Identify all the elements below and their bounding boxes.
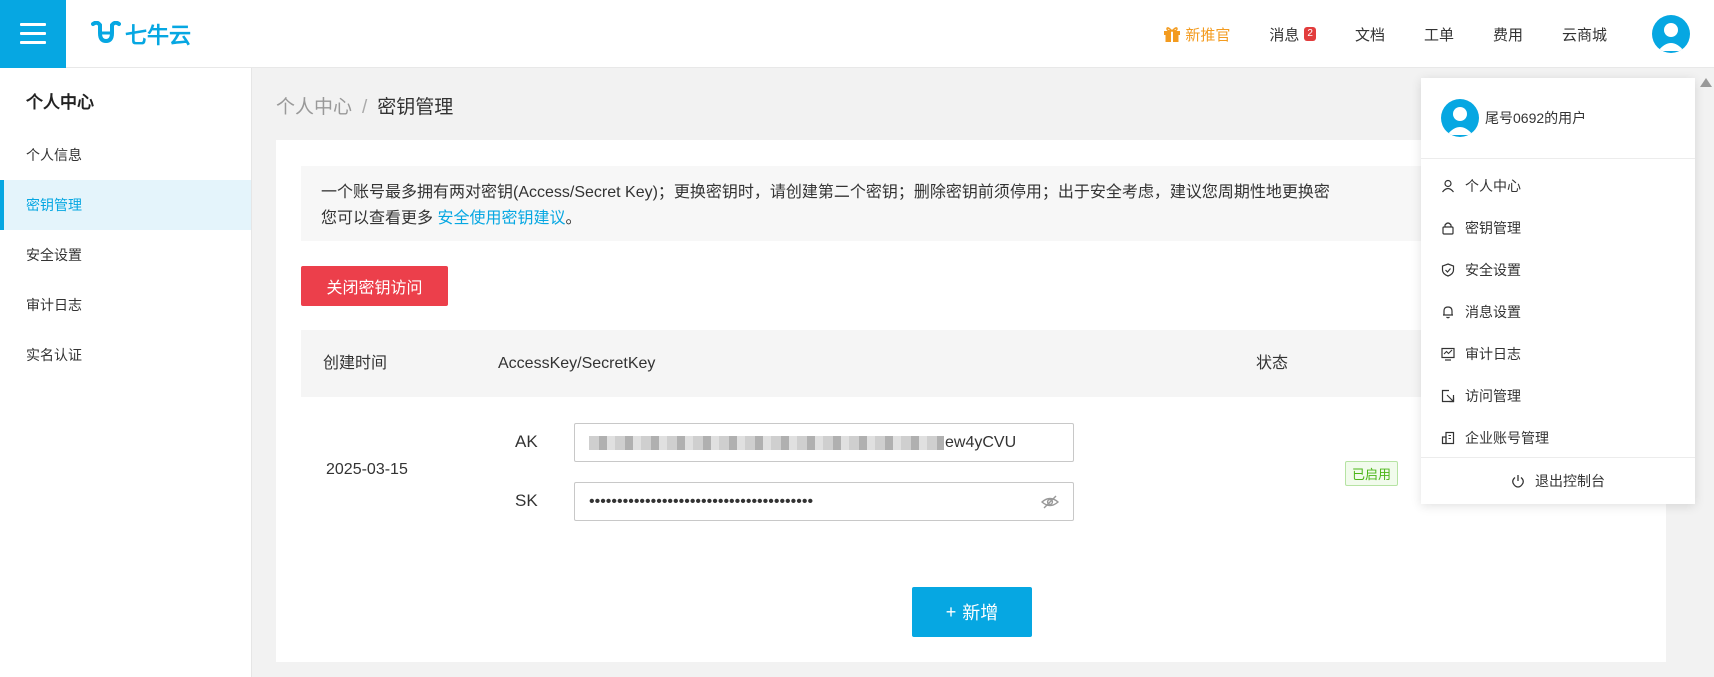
top-nav: 新推官 消息 2 文档 工单 费用 云商城 — [1163, 0, 1714, 68]
dropdown-item-enterprise-account[interactable]: 企业账号管理 — [1421, 417, 1695, 459]
shield-icon — [1441, 263, 1455, 277]
ak-label: AK — [515, 432, 538, 451]
dropdown-list: 个人中心 密钥管理 安全设置 消息设置 审计日志 访问管理 企业账号管理 — [1421, 159, 1695, 459]
notice-suffix: 。 — [565, 210, 582, 227]
logo-mark-icon — [91, 20, 121, 43]
logout-label: 退出控制台 — [1535, 473, 1605, 489]
building-icon — [1441, 431, 1455, 445]
breadcrumb-root[interactable]: 个人中心 — [276, 97, 352, 118]
top-header: 七牛云 新推官 消息 2 文档 工单 费用 云商城 — [0, 0, 1714, 68]
user-icon — [1442, 179, 1454, 193]
ak-blurred-value — [589, 435, 944, 450]
monitor-icon — [1441, 347, 1455, 361]
access-icon — [1441, 389, 1455, 403]
avatar-person-icon — [1658, 23, 1684, 51]
avatar-person-icon — [1447, 107, 1473, 135]
scroll-up-arrow[interactable] — [1700, 78, 1712, 87]
dropdown-item-label: 访问管理 — [1465, 388, 1521, 404]
lock-icon — [1442, 222, 1454, 235]
sk-masked-value: •••••••••••••••••••••••••••••••••••••••• — [589, 492, 814, 510]
dropdown-user-info: 尾号0692的用户 — [1421, 78, 1695, 159]
sidebar-item-profile[interactable]: 个人信息 — [0, 130, 251, 180]
dropdown-item-label: 个人中心 — [1465, 178, 1521, 194]
logo-text: 七牛云 — [125, 22, 192, 48]
dropdown-item-audit-log[interactable]: 审计日志 — [1421, 333, 1695, 375]
dropdown-item-security-settings[interactable]: 安全设置 — [1421, 249, 1695, 291]
hamburger-line — [20, 32, 46, 35]
user-dropdown-menu: 尾号0692的用户 个人中心 密钥管理 安全设置 消息设置 审计日志 访问管理 — [1421, 78, 1695, 504]
sidebar-item-keys[interactable]: 密钥管理 — [0, 180, 251, 230]
qiniu-logo[interactable]: 七牛云 — [91, 18, 191, 50]
nav-messages-label: 消息 — [1269, 26, 1300, 44]
logout-button[interactable]: 退出控制台 — [1421, 457, 1695, 504]
nav-tickets[interactable]: 工单 — [1424, 24, 1454, 45]
add-key-button[interactable]: + 新增 — [912, 587, 1032, 637]
ak-field[interactable]: ew4yCVU — [574, 423, 1074, 462]
dropdown-item-label: 企业账号管理 — [1465, 430, 1549, 446]
nav-promo-label: 新推官 — [1185, 26, 1231, 44]
breadcrumb: 个人中心 / 密钥管理 — [276, 92, 453, 119]
breadcrumb-separator: / — [362, 97, 368, 118]
dropdown-item-label: 审计日志 — [1465, 346, 1521, 362]
add-key-label: 新增 — [962, 603, 999, 623]
gift-icon — [1164, 27, 1181, 42]
dropdown-item-message-settings[interactable]: 消息设置 — [1421, 291, 1695, 333]
notice-prefix: 您可以查看更多 — [321, 210, 434, 227]
nav-messages[interactable]: 消息 2 — [1269, 24, 1316, 45]
dropdown-username: 尾号0692的用户 — [1485, 110, 1587, 126]
nav-market[interactable]: 云商城 — [1562, 24, 1607, 45]
ak-visible-suffix: ew4yCVU — [945, 433, 1017, 451]
sk-label: SK — [515, 491, 538, 510]
dropdown-item-label: 消息设置 — [1465, 304, 1521, 320]
user-avatar-button[interactable] — [1652, 15, 1690, 53]
power-icon — [1512, 475, 1524, 488]
sidebar: 个人中心 个人信息 密钥管理 安全设置 审计日志 实名认证 — [0, 68, 252, 677]
header-created: 创建时间 — [323, 355, 388, 372]
dropdown-item-personal-center[interactable]: 个人中心 — [1421, 165, 1695, 207]
security-advice-link[interactable]: 安全使用密钥建议 — [437, 210, 565, 227]
header-status: 状态 — [1256, 355, 1289, 372]
nav-billing[interactable]: 费用 — [1493, 24, 1523, 45]
hamburger-line — [20, 41, 46, 44]
sidebar-title: 个人中心 — [26, 93, 94, 112]
plus-icon: + — [945, 601, 957, 622]
header-keys: AccessKey/SecretKey — [498, 355, 656, 372]
status-badge: 已启用 — [1345, 461, 1399, 486]
dropdown-item-access-management[interactable]: 访问管理 — [1421, 375, 1695, 417]
message-count-badge: 2 — [1304, 27, 1316, 41]
menu-toggle-button[interactable] — [0, 0, 66, 68]
dropdown-item-label: 密钥管理 — [1465, 220, 1521, 236]
dropdown-item-key-management[interactable]: 密钥管理 — [1421, 207, 1695, 249]
row-created-date: 2025-03-15 — [326, 461, 408, 478]
breadcrumb-current: 密钥管理 — [377, 97, 454, 118]
hamburger-line — [20, 23, 46, 26]
sidebar-item-audit-log[interactable]: 审计日志 — [0, 280, 251, 330]
sidebar-item-verification[interactable]: 实名认证 — [0, 330, 251, 380]
dropdown-avatar — [1441, 99, 1479, 137]
eye-hidden-icon[interactable] — [1041, 494, 1059, 510]
close-key-access-button[interactable]: 关闭密钥访问 — [301, 266, 448, 306]
nav-promo[interactable]: 新推官 — [1163, 24, 1230, 45]
sk-field[interactable]: •••••••••••••••••••••••••••••••••••••••• — [574, 482, 1074, 521]
dropdown-item-label: 安全设置 — [1465, 262, 1521, 278]
nav-docs[interactable]: 文档 — [1355, 24, 1385, 45]
sidebar-item-security[interactable]: 安全设置 — [0, 230, 251, 280]
bell-icon — [1443, 306, 1453, 319]
